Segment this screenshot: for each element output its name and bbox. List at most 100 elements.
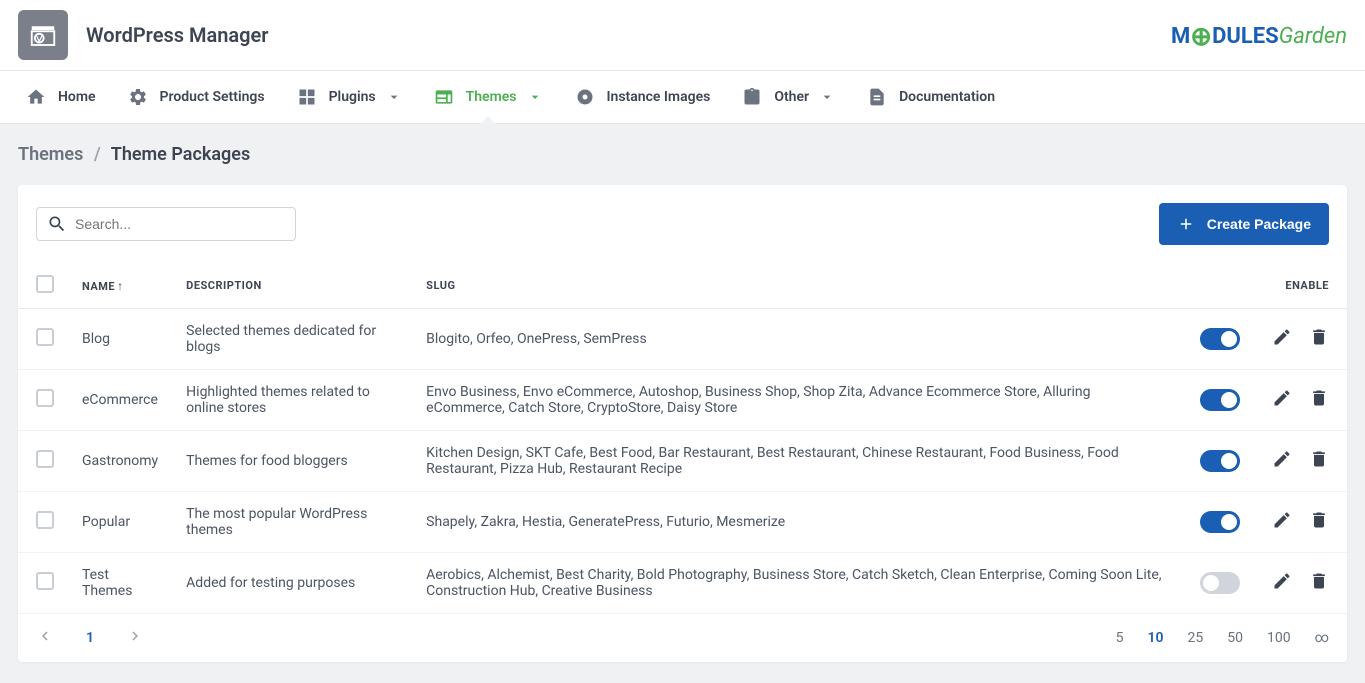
breadcrumb: Themes / Theme Packages: [0, 124, 1365, 185]
prev-page[interactable]: [36, 627, 54, 649]
enable-toggle[interactable]: [1200, 389, 1240, 411]
breadcrumb-current: Theme Packages: [111, 144, 250, 165]
create-package-button[interactable]: Create Package: [1159, 203, 1329, 245]
widgets-icon: [297, 87, 317, 107]
document-icon: [867, 87, 887, 107]
clipboard-icon: [742, 87, 762, 107]
nav-home[interactable]: Home: [10, 71, 112, 123]
row-slug: Shapely, Zakra, Hestia, GeneratePress, F…: [412, 492, 1186, 553]
row-checkbox[interactable]: [36, 328, 54, 346]
pencil-icon: [1272, 571, 1292, 591]
nav-documentation[interactable]: Documentation: [851, 71, 1011, 123]
chevron-down-icon: [819, 89, 835, 105]
breadcrumb-parent[interactable]: Themes: [18, 144, 83, 165]
page-size-option[interactable]: 50: [1227, 630, 1243, 646]
page-size-option[interactable]: 5: [1116, 630, 1124, 646]
header: WordPress Manager M⊕DULESGarden: [0, 0, 1365, 71]
search-input[interactable]: [75, 216, 285, 232]
row-description: Highlighted themes related to online sto…: [172, 370, 412, 431]
edit-button[interactable]: [1272, 449, 1292, 473]
delete-button[interactable]: [1309, 327, 1329, 351]
page-size-option[interactable]: ∞: [1315, 630, 1329, 646]
content-panel: Create Package NAME↑ DESCRIPTION SLUG EN…: [18, 185, 1347, 662]
row-checkbox[interactable]: [36, 511, 54, 529]
enable-toggle[interactable]: [1200, 328, 1240, 350]
search-icon: [47, 214, 67, 234]
row-name: Test Themes: [68, 553, 172, 614]
nav-product-settings[interactable]: Product Settings: [112, 71, 281, 123]
app-icon: [18, 10, 68, 60]
chevron-down-icon: [527, 89, 543, 105]
row-slug: Kitchen Design, SKT Cafe, Best Food, Bar…: [412, 431, 1186, 492]
delete-button[interactable]: [1309, 449, 1329, 473]
delete-button[interactable]: [1309, 510, 1329, 534]
row-name: eCommerce: [68, 370, 172, 431]
disc-icon: [575, 87, 595, 107]
header-left: WordPress Manager: [18, 10, 268, 60]
row-slug: Blogito, Orfeo, OnePress, SemPress: [412, 309, 1186, 370]
edit-button[interactable]: [1272, 327, 1292, 351]
trash-icon: [1309, 327, 1329, 347]
trash-icon: [1309, 388, 1329, 408]
edit-button[interactable]: [1272, 571, 1292, 595]
trash-icon: [1309, 449, 1329, 469]
row-slug: Envo Business, Envo eCommerce, Autoshop,…: [412, 370, 1186, 431]
pencil-icon: [1272, 510, 1292, 530]
gear-icon: [128, 87, 148, 107]
nav-plugins[interactable]: Plugins: [281, 71, 418, 123]
sort-asc-icon: ↑: [117, 279, 124, 293]
select-all-checkbox[interactable]: [36, 275, 54, 293]
row-name: Blog: [68, 309, 172, 370]
chevron-right-icon: [126, 627, 144, 645]
row-name: Popular: [68, 492, 172, 553]
trash-icon: [1309, 510, 1329, 530]
col-slug[interactable]: SLUG: [412, 263, 1186, 309]
col-name[interactable]: NAME↑: [68, 263, 172, 309]
web-icon: [434, 87, 454, 107]
nav-other[interactable]: Other: [726, 71, 851, 123]
trash-icon: [1309, 571, 1329, 591]
enable-toggle[interactable]: [1200, 572, 1240, 594]
table-row: Blog Selected themes dedicated for blogs…: [18, 309, 1347, 370]
table-row: Popular The most popular WordPress theme…: [18, 492, 1347, 553]
col-description[interactable]: DESCRIPTION: [172, 263, 412, 309]
enable-toggle[interactable]: [1200, 450, 1240, 472]
row-checkbox[interactable]: [36, 572, 54, 590]
page-size-option[interactable]: 100: [1267, 630, 1291, 646]
next-page[interactable]: [126, 627, 144, 649]
page-size-selector: 5 10 25 50 100 ∞: [1116, 630, 1329, 646]
nav-instance-images[interactable]: Instance Images: [559, 71, 727, 123]
main-nav: Home Product Settings Plugins Themes Ins…: [0, 71, 1365, 124]
row-checkbox[interactable]: [36, 389, 54, 407]
row-checkbox[interactable]: [36, 450, 54, 468]
row-name: Gastronomy: [68, 431, 172, 492]
edit-button[interactable]: [1272, 510, 1292, 534]
edit-button[interactable]: [1272, 388, 1292, 412]
row-slug: Aerobics, Alchemist, Best Charity, Bold …: [412, 553, 1186, 614]
panel-toolbar: Create Package: [18, 185, 1347, 263]
pagination-controls: 1: [36, 626, 144, 650]
page-size-option[interactable]: 10: [1147, 630, 1163, 646]
nav-themes[interactable]: Themes: [418, 71, 559, 123]
row-description: Themes for food bloggers: [172, 431, 412, 492]
table-row: Gastronomy Themes for food bloggers Kitc…: [18, 431, 1347, 492]
delete-button[interactable]: [1309, 571, 1329, 595]
plus-icon: [1177, 215, 1195, 233]
wordpress-icon: [28, 20, 58, 50]
search-box[interactable]: [36, 207, 296, 241]
chevron-left-icon: [36, 627, 54, 645]
table-row: Test Themes Added for testing purposes A…: [18, 553, 1347, 614]
pagination: 1 5 10 25 50 100 ∞: [18, 613, 1347, 662]
page-size-option[interactable]: 25: [1187, 630, 1203, 646]
pencil-icon: [1272, 388, 1292, 408]
pencil-icon: [1272, 449, 1292, 469]
brand-logo[interactable]: M⊕DULESGarden: [1171, 20, 1347, 50]
page-number[interactable]: 1: [74, 626, 106, 650]
pencil-icon: [1272, 327, 1292, 347]
delete-button[interactable]: [1309, 388, 1329, 412]
home-icon: [26, 87, 46, 107]
enable-toggle[interactable]: [1200, 511, 1240, 533]
table-row: eCommerce Highlighted themes related to …: [18, 370, 1347, 431]
row-description: Selected themes dedicated for blogs: [172, 309, 412, 370]
chevron-down-icon: [386, 89, 402, 105]
